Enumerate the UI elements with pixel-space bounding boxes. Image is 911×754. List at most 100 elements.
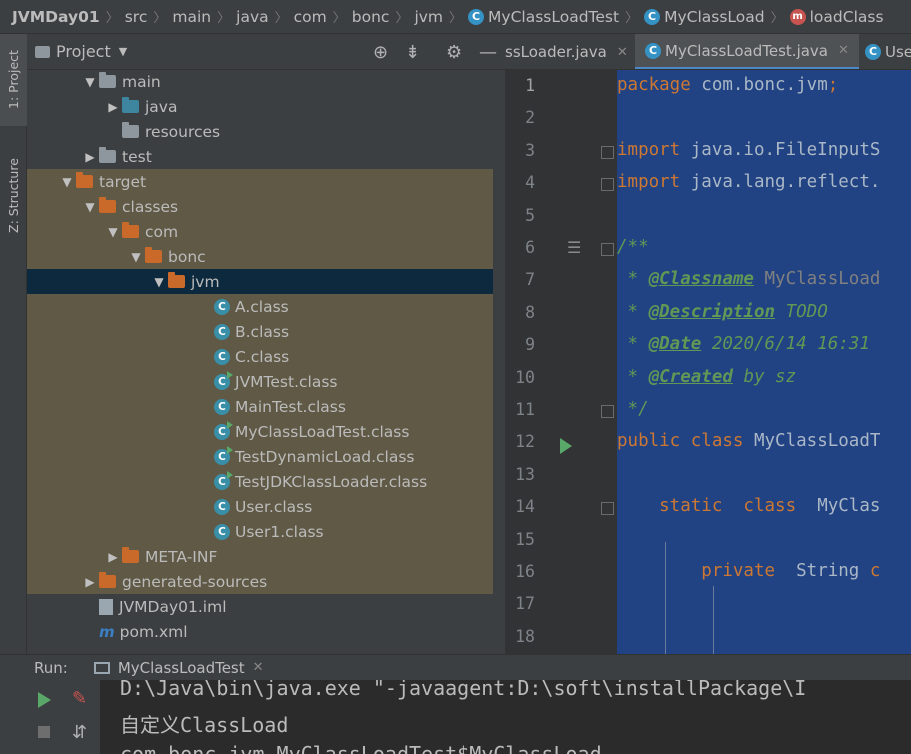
- expand-right-icon[interactable]: ▶: [81, 150, 99, 164]
- run-tab[interactable]: MyClassLoadTest ✕: [93, 659, 264, 677]
- code-line: import java.lang.reflect.: [617, 172, 880, 192]
- code-token: com.bonc.jvm: [690, 75, 828, 95]
- project-tool-tab[interactable]: 1: Project: [0, 34, 27, 126]
- breadcrumb-item[interactable]: bonc: [352, 8, 390, 26]
- expand-down-icon[interactable]: ▼: [104, 225, 122, 239]
- breadcrumb-item[interactable]: C MyClassLoadTest: [468, 8, 619, 26]
- tree-item[interactable]: JVMDay01.iml: [27, 594, 493, 619]
- tree-item[interactable]: C A.class: [27, 294, 493, 319]
- code-token: java.lang.reflect.: [680, 172, 881, 193]
- folder-icon: [99, 197, 116, 213]
- expand-right-icon[interactable]: ▶: [104, 100, 122, 114]
- breadcrumb-item[interactable]: jvm: [414, 8, 443, 26]
- locate-icon[interactable]: ⊕: [373, 42, 388, 63]
- sort-icon[interactable]: ⇵: [72, 722, 87, 743]
- tree-item[interactable]: C User1.class: [27, 519, 493, 544]
- editor-gutter: 1 2 3 4 5 6 7 8 9 10 11 12 13 14 15 16 17 18 ☰: [505, 70, 617, 654]
- breadcrumb-separator: 〉: [217, 11, 231, 26]
- chevron-down-icon[interactable]: ▼: [119, 45, 127, 58]
- code-line: /**: [617, 237, 649, 257]
- editor-tab[interactable]: C MyClassLoadTest.java ✕: [635, 34, 859, 69]
- tree-item-label: test: [122, 147, 152, 166]
- tree-item[interactable]: ▶ test: [27, 144, 493, 169]
- expand-down-icon[interactable]: ▼: [81, 200, 99, 214]
- rerun-icon[interactable]: [38, 692, 51, 708]
- code-token: ;: [827, 75, 839, 95]
- project-folder-icon: [35, 45, 50, 58]
- tree-item[interactable]: ▼ com: [27, 219, 493, 244]
- fold-marker-icon[interactable]: [601, 243, 614, 256]
- tree-item[interactable]: C TestDynamicLoad.class: [27, 444, 493, 469]
- breadcrumb-item[interactable]: C MyClassLoad: [644, 8, 765, 26]
- tree-item[interactable]: ▼ main: [27, 69, 493, 94]
- tree-item[interactable]: C User.class: [27, 494, 493, 519]
- tree-item[interactable]: C MainTest.class: [27, 394, 493, 419]
- close-icon[interactable]: ✕: [838, 43, 849, 58]
- tree-item-label: C.class: [235, 347, 290, 366]
- structure-tool-tab-label: Z: Structure: [6, 158, 21, 234]
- tree-item[interactable]: ▶ generated-sources: [27, 569, 493, 594]
- breadcrumb-item[interactable]: src: [125, 8, 148, 26]
- left-tool-strip: 1: Project Z: Structure: [0, 34, 27, 654]
- line-number: 9: [525, 335, 535, 355]
- tree-item[interactable]: resources: [27, 119, 493, 144]
- runnable-class-icon: C: [214, 420, 233, 440]
- console-output[interactable]: D:\Java\bin\java.exe "-javaagent:D:\soft…: [100, 680, 911, 754]
- gear-icon[interactable]: ⚙: [446, 42, 462, 63]
- breadcrumb-item[interactable]: java: [236, 8, 268, 26]
- stop-icon[interactable]: [38, 726, 50, 738]
- breadcrumb-label: JVMDay01: [12, 7, 100, 26]
- tree-item[interactable]: ▶ META-INF: [27, 544, 493, 569]
- maven-icon: m: [99, 622, 115, 641]
- breadcrumb-label: MyClassLoad: [664, 7, 765, 26]
- tree-item[interactable]: ▼ target: [27, 169, 493, 194]
- tree-item[interactable]: ▼ bonc: [27, 244, 493, 269]
- tree-item[interactable]: ▶ java: [27, 94, 493, 119]
- line-number: 13: [515, 464, 535, 484]
- minimize-icon[interactable]: —: [479, 42, 497, 63]
- expand-down-icon[interactable]: ▼: [150, 275, 168, 289]
- breadcrumb-item[interactable]: JVMDay01: [12, 8, 100, 26]
- expand-right-icon[interactable]: ▶: [81, 575, 99, 589]
- expand-down-icon[interactable]: ▼: [58, 175, 76, 189]
- code-token: java.io.FileInputS: [680, 139, 881, 160]
- clear-icon[interactable]: ✎: [72, 688, 87, 709]
- code-line: * @Date 2020/6/14 16:31: [617, 334, 870, 354]
- tree-item[interactable]: C JVMTest.class: [27, 369, 493, 394]
- expand-down-icon[interactable]: ▼: [81, 75, 99, 89]
- collapse-all-icon[interactable]: ⇟: [405, 42, 420, 63]
- tree-item[interactable]: C MyClassLoadTest.class: [27, 419, 493, 444]
- tree-item[interactable]: C TestJDKClassLoader.class: [27, 469, 493, 494]
- tree-item-label: TestJDKClassLoader.class: [235, 472, 428, 491]
- breadcrumb-item[interactable]: main: [172, 8, 211, 26]
- project-panel-title[interactable]: Project: [56, 42, 111, 61]
- close-icon[interactable]: ✕: [253, 660, 264, 675]
- editor-tab[interactable]: C Use: [855, 34, 911, 69]
- fold-marker-icon[interactable]: [601, 502, 614, 516]
- expand-right-icon[interactable]: ▶: [104, 550, 122, 564]
- breadcrumb-separator: 〉: [449, 11, 463, 26]
- code-editor[interactable]: package com.bonc.jvm; import java.io.File…: [617, 70, 911, 654]
- expand-down-icon[interactable]: ▼: [127, 250, 145, 264]
- tree-item[interactable]: C B.class: [27, 319, 493, 344]
- editor-tab[interactable]: ssLoader.java ✕: [505, 34, 638, 69]
- code-line: package com.bonc.jvm;: [617, 75, 838, 95]
- line-number: 16: [515, 562, 535, 581]
- tree-item[interactable]: C C.class: [27, 344, 493, 369]
- structure-tool-tab[interactable]: Z: Structure: [0, 146, 27, 246]
- fold-marker-icon[interactable]: [601, 145, 614, 159]
- line-number: 11: [515, 400, 535, 419]
- code-token: by sz: [732, 366, 797, 387]
- close-icon[interactable]: ✕: [617, 45, 628, 60]
- breadcrumb-item[interactable]: com: [294, 8, 327, 26]
- fold-marker-icon[interactable]: [601, 405, 614, 418]
- line-number: 15: [515, 529, 535, 549]
- run-gutter-icon[interactable]: [560, 438, 572, 455]
- breadcrumb-item[interactable]: m loadClass: [789, 8, 884, 26]
- tree-item[interactable]: ▼ classes: [27, 194, 493, 219]
- doc-render-icon[interactable]: ☰: [567, 238, 581, 257]
- tree-item[interactable]: m pom.xml: [27, 619, 493, 644]
- tree-item[interactable]: ▼ jvm: [27, 269, 493, 294]
- fold-marker-icon[interactable]: [601, 178, 614, 192]
- breadcrumb-separator: 〉: [770, 11, 784, 26]
